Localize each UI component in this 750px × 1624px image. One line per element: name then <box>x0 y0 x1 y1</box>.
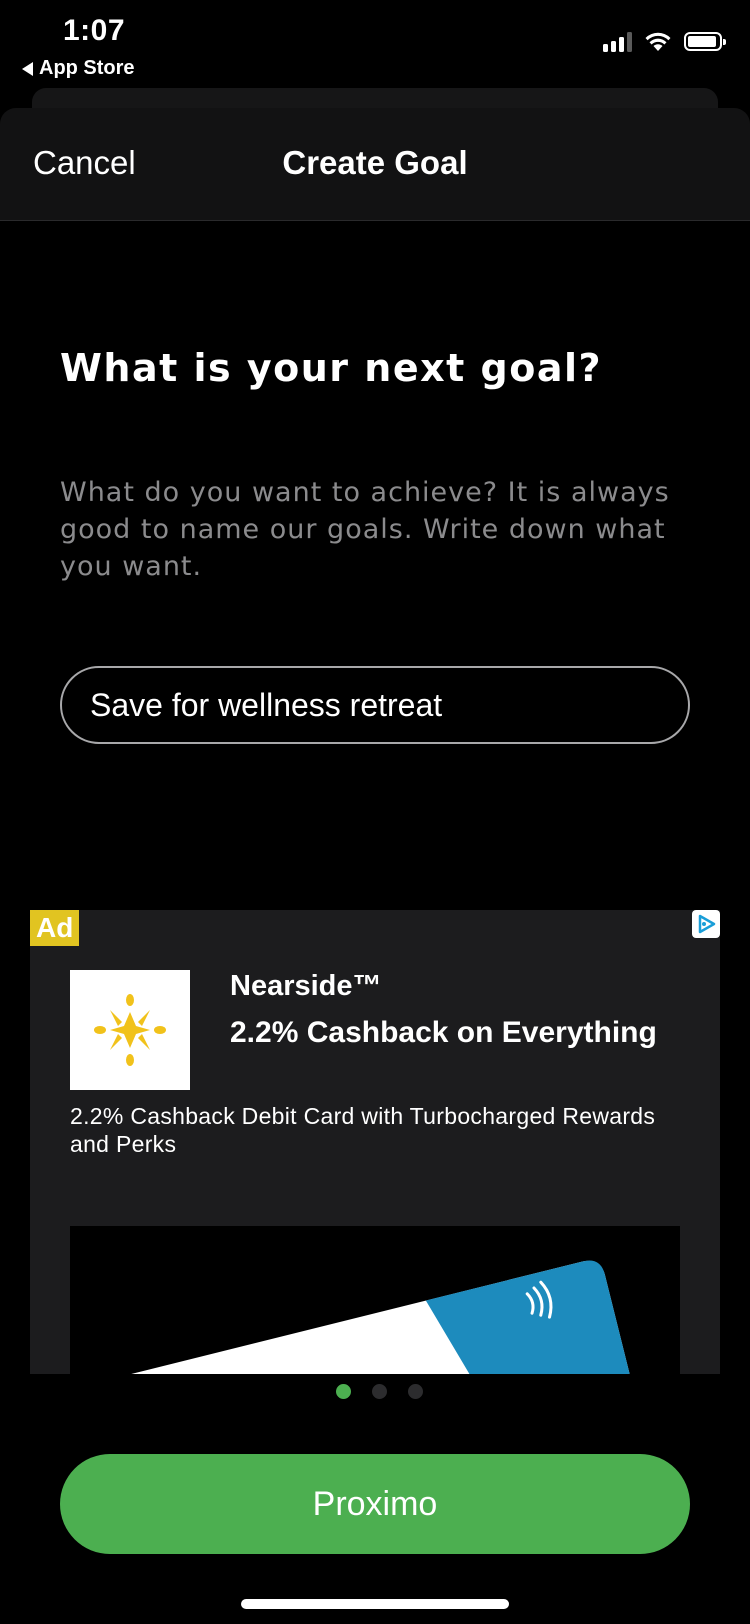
home-indicator <box>241 1599 509 1609</box>
ad-body: 2.2% Cashback Debit Card with Turbocharg… <box>70 1103 656 1157</box>
status-time: 1:07 <box>63 14 126 47</box>
ad-headline: 2.2% Cashback on Everything <box>230 1016 657 1049</box>
status-icons <box>603 30 726 52</box>
ad-choices-icon[interactable] <box>692 910 720 938</box>
page-dot-1 <box>335 1384 351 1399</box>
page-title: Create Goal <box>282 144 468 181</box>
cellular-signal-icon <box>603 30 632 52</box>
back-to-app-store[interactable]: App Store <box>22 57 135 80</box>
back-triangle-icon <box>22 61 33 76</box>
page-dot-2 <box>371 1384 387 1399</box>
back-app-label: App Store <box>39 57 135 79</box>
ad-badge: Ad <box>30 910 80 946</box>
page-indicator <box>4 1384 750 1399</box>
battery-icon <box>684 31 726 51</box>
wifi-icon <box>645 32 671 51</box>
next-button[interactable]: Proximo <box>60 1454 690 1554</box>
ad-brand: Nearside™ <box>230 970 382 1002</box>
goal-question: What is your next goal? <box>60 346 603 390</box>
nav-bar: Cancel Create Goal <box>0 108 750 221</box>
ad-banner[interactable]: Ad Nearside™ 2.2% Cashback on Everything… <box>30 910 720 1374</box>
goal-name-input[interactable] <box>60 666 690 744</box>
sparkle-logo-icon <box>94 994 166 1066</box>
ad-logo <box>70 970 190 1090</box>
goal-description: What do you want to achieve? It is alway… <box>60 477 670 582</box>
ad-card-image: nearside <box>70 1226 680 1374</box>
page-dot-3 <box>407 1384 423 1399</box>
